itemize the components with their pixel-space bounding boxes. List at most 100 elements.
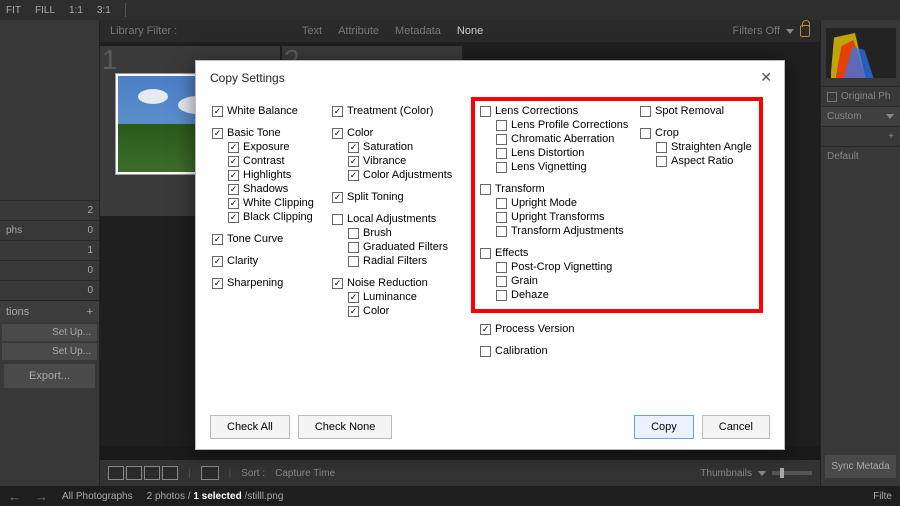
checkbox-icon[interactable] (348, 242, 359, 253)
checkbox-upright-mode[interactable]: Upright Mode (496, 197, 632, 209)
filter-tab-none[interactable]: None (457, 25, 483, 37)
setup-button[interactable]: Set Up... (2, 343, 97, 360)
checkbox-sharpening[interactable]: Sharpening (212, 277, 324, 289)
checkbox-icon[interactable] (212, 128, 223, 139)
checkbox-icon[interactable] (496, 226, 507, 237)
back-arrow-icon[interactable]: ← (8, 489, 21, 504)
checkbox-clarity[interactable]: Clarity (212, 255, 324, 267)
checkbox-icon[interactable] (496, 212, 507, 223)
checkbox-icon[interactable] (332, 128, 343, 139)
checkbox-icon[interactable] (332, 106, 343, 117)
checkbox-icon[interactable] (228, 212, 239, 223)
checkbox-highlights[interactable]: Highlights (228, 169, 324, 181)
checkbox-icon[interactable] (496, 148, 507, 159)
checkbox-icon[interactable] (348, 170, 359, 181)
checkbox-icon[interactable] (656, 142, 667, 153)
preset-dropdown[interactable]: Custom (821, 106, 900, 126)
cancel-button[interactable]: Cancel (702, 415, 770, 439)
checkbox-tone-curve[interactable]: Tone Curve (212, 233, 324, 245)
close-icon[interactable]: ✕ (760, 69, 772, 86)
checkbox-icon[interactable] (332, 192, 343, 203)
checkbox-icon[interactable] (212, 106, 223, 117)
checkbox-saturation[interactable]: Saturation (348, 141, 454, 153)
checkbox-radial-filters[interactable]: Radial Filters (348, 255, 454, 267)
checkbox-transform[interactable]: Transform (480, 183, 632, 195)
left-panel-row[interactable]: phs0 (0, 220, 99, 240)
checkbox-icon[interactable] (496, 290, 507, 301)
checkbox-icon[interactable] (496, 276, 507, 287)
checkbox-icon[interactable] (348, 156, 359, 167)
add-preset-button[interactable]: + (821, 126, 900, 146)
checkbox-icon[interactable] (480, 346, 491, 357)
checkbox-icon[interactable] (656, 156, 667, 167)
checkbox-lens-vignetting[interactable]: Lens Vignetting (496, 161, 632, 173)
checkbox-icon[interactable] (480, 106, 491, 117)
checkbox-chromatic-aberration[interactable]: Chromatic Aberration (496, 133, 632, 145)
checkbox-luminance[interactable]: Luminance (348, 291, 454, 303)
check-all-button[interactable]: Check All (210, 415, 290, 439)
checkbox-icon[interactable] (228, 156, 239, 167)
chevron-down-icon[interactable] (758, 471, 766, 476)
checkbox-icon[interactable] (480, 248, 491, 259)
compare-view-icon[interactable] (144, 466, 160, 480)
checkbox-white-clipping[interactable]: White Clipping (228, 197, 324, 209)
default-preset[interactable]: Default (821, 146, 900, 166)
checkbox-icon[interactable] (496, 120, 507, 131)
filter-tab-metadata[interactable]: Metadata (395, 25, 441, 37)
checkbox-effects[interactable]: Effects (480, 247, 632, 259)
checkbox-white-balance[interactable]: White Balance (212, 105, 324, 117)
left-panel-row[interactable]: 1 (0, 240, 99, 260)
checkbox-icon[interactable] (212, 234, 223, 245)
lock-icon[interactable] (800, 25, 810, 37)
checkbox-icon[interactable] (228, 170, 239, 181)
checkbox-icon[interactable] (228, 198, 239, 209)
export-button[interactable]: Export... (4, 364, 95, 388)
checkbox-icon[interactable] (332, 278, 343, 289)
filter-tab-text[interactable]: Text (302, 25, 322, 37)
checkbox-icon[interactable] (212, 256, 223, 267)
checkbox-split-toning[interactable]: Split Toning (332, 191, 454, 203)
loupe-view-icon[interactable] (126, 466, 142, 480)
checkbox-icon[interactable] (348, 142, 359, 153)
status-source[interactable]: All Photographs (62, 491, 133, 502)
checkbox-color-adjustments[interactable]: Color Adjustments (348, 169, 454, 181)
copy-button[interactable]: Copy (634, 415, 694, 439)
setup-button[interactable]: Set Up... (2, 324, 97, 341)
checkbox-icon[interactable] (480, 324, 491, 335)
checkbox-dehaze[interactable]: Dehaze (496, 289, 632, 301)
checkbox-icon[interactable] (640, 128, 651, 139)
checkbox-icon[interactable] (332, 214, 343, 225)
filter-tab-attribute[interactable]: Attribute (338, 25, 379, 37)
thumbnail-size-slider[interactable] (772, 471, 812, 475)
left-panel-row[interactable]: 2 (0, 200, 99, 220)
checkbox-icon[interactable] (496, 134, 507, 145)
survey-view-icon[interactable] (162, 466, 178, 480)
filters-off-label[interactable]: Filters Off (733, 25, 780, 37)
checkbox-icon[interactable] (212, 278, 223, 289)
checkbox-straighten-angle[interactable]: Straighten Angle (656, 141, 752, 153)
checkbox-icon[interactable] (348, 256, 359, 267)
ratio-1-1[interactable]: 1:1 (69, 5, 83, 16)
checkbox-process-version[interactable]: Process Version (480, 323, 574, 335)
checkbox-icon[interactable] (496, 262, 507, 273)
checkbox-local-adjustments[interactable]: Local Adjustments (332, 213, 454, 225)
sync-metadata-button[interactable]: Sync Metada (825, 455, 896, 478)
grid-view-icon[interactable] (108, 466, 124, 480)
left-panel-row[interactable]: 0 (0, 260, 99, 280)
checkbox-noise-reduction[interactable]: Noise Reduction (332, 277, 454, 289)
painter-icon[interactable] (201, 466, 219, 480)
checkbox-icon[interactable] (496, 198, 507, 209)
checkbox-exposure[interactable]: Exposure (228, 141, 324, 153)
checkbox-lens-distortion[interactable]: Lens Distortion (496, 147, 632, 159)
checkbox-icon[interactable] (228, 142, 239, 153)
checkbox-color[interactable]: Color (348, 305, 454, 317)
fill-label[interactable]: FILL (35, 5, 55, 16)
checkbox-shadows[interactable]: Shadows (228, 183, 324, 195)
checkbox-basic-tone[interactable]: Basic Tone (212, 127, 324, 139)
checkbox-spot-removal[interactable]: Spot Removal (640, 105, 752, 117)
checkbox-transform-adjustments[interactable]: Transform Adjustments (496, 225, 632, 237)
sort-by-value[interactable]: Capture Time (275, 468, 335, 479)
checkbox-graduated-filters[interactable]: Graduated Filters (348, 241, 454, 253)
checkbox-post-crop-vignetting[interactable]: Post-Crop Vignetting (496, 261, 632, 273)
checkbox-upright-transforms[interactable]: Upright Transforms (496, 211, 632, 223)
